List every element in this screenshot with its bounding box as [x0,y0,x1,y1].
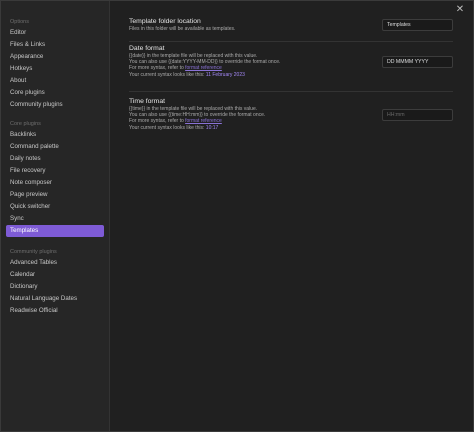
settings-window: Options Editor Files & Links Appearance … [0,0,474,432]
sidebar-item-readwise-official[interactable]: Readwise Official [6,305,104,317]
sidebar-item-appearance[interactable]: Appearance [6,51,104,63]
template-folder-input[interactable] [382,19,453,31]
sidebar-item-core-plugins[interactable]: Core plugins [6,87,104,99]
time-format-preview: 10:17 [205,124,219,131]
sidebar-item-editor[interactable]: Editor [6,27,104,39]
date-format-preview: 11 February 2023 [205,71,245,78]
sidebar-section-community-plugins: Community plugins [10,249,57,255]
sidebar-item-advanced-tables[interactable]: Advanced Tables [6,257,104,269]
sidebar-item-page-preview[interactable]: Page preview [6,189,104,201]
settings-sidebar: Options Editor Files & Links Appearance … [1,1,110,431]
sidebar-item-daily-notes[interactable]: Daily notes [6,153,104,165]
setting-date-format: Date format {{date}} in the template fil… [129,44,453,92]
sidebar-item-files-links[interactable]: Files & Links [6,39,104,51]
setting-name: Template folder location [129,18,201,25]
setting-name: Time format [129,98,166,105]
setting-name: Date format [129,45,165,52]
sidebar-item-hotkeys[interactable]: Hotkeys [6,63,104,75]
sidebar-section-core-plugins: Core plugins [10,121,41,127]
sidebar-item-about[interactable]: About [6,75,104,87]
sidebar-item-quick-switcher[interactable]: Quick switcher [6,201,104,213]
sidebar-section-options: Options [10,19,29,25]
sidebar-item-note-composer[interactable]: Note composer [6,177,104,189]
date-format-reference-link[interactable]: format reference [185,65,222,71]
sidebar-item-natural-language-dates[interactable]: Natural Language Dates [6,293,104,305]
setting-time-format: Time format {{time}} in the template fil… [129,97,453,131]
sidebar-item-dictionary[interactable]: Dictionary [6,281,104,293]
setting-template-folder: Template folder location Files in this f… [129,17,453,42]
setting-description-line: Your current syntax looks like this: 11 … [129,71,245,78]
time-format-input[interactable] [382,109,453,121]
time-format-reference-link[interactable]: format reference [185,118,222,124]
close-icon[interactable]: ✕ [455,5,465,15]
date-format-input[interactable] [382,56,453,68]
sidebar-item-backlinks[interactable]: Backlinks [6,129,104,141]
setting-description: Files in this folder will be available a… [129,26,236,32]
setting-description-line: Your current syntax looks like this: 10:… [129,124,219,131]
settings-content: ✕ Template folder location Files in this… [110,1,473,431]
sidebar-item-templates[interactable]: Templates [6,225,104,237]
sidebar-item-command-palette[interactable]: Command palette [6,141,104,153]
sidebar-item-file-recovery[interactable]: File recovery [6,165,104,177]
sidebar-item-calendar[interactable]: Calendar [6,269,104,281]
sidebar-item-sync[interactable]: Sync [6,213,104,225]
sidebar-item-community-plugins[interactable]: Community plugins [6,99,104,111]
